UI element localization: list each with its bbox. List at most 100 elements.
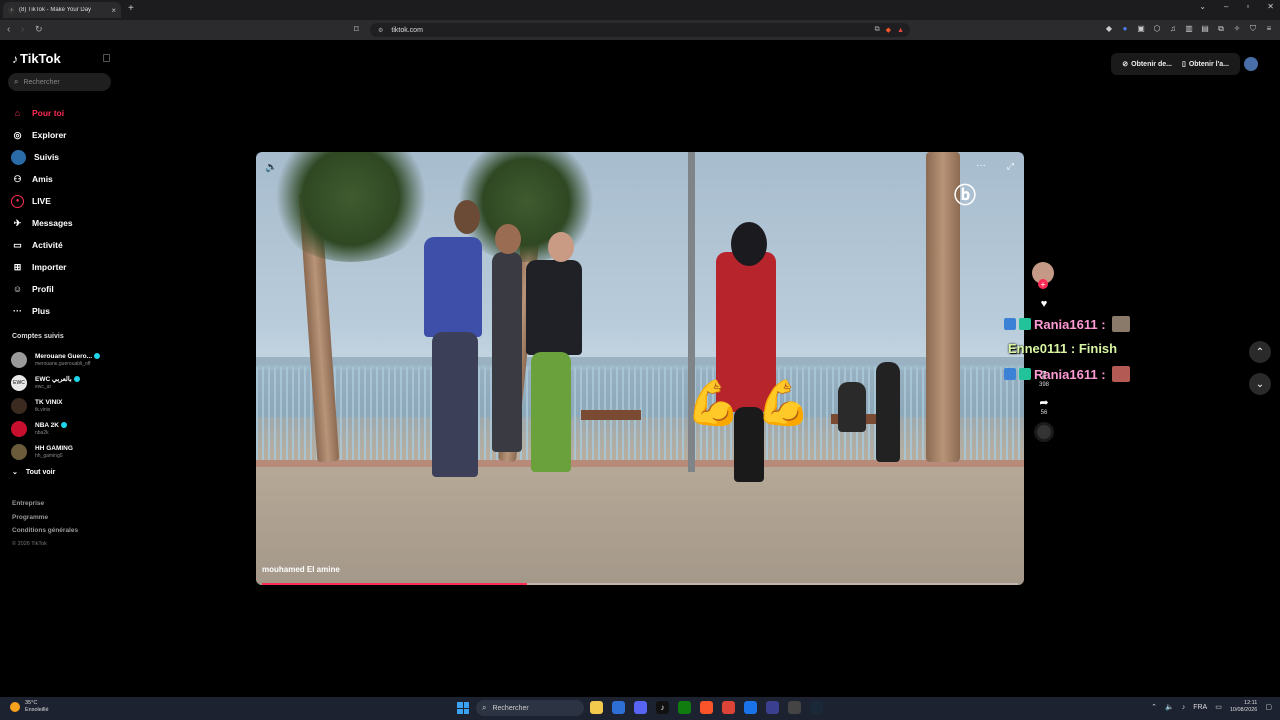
fullscreen-icon[interactable]: ⤢ — [1007, 161, 1014, 172]
creator-avatar[interactable]: + — [1032, 262, 1054, 289]
clock[interactable]: 12:11 10/08/2026 — [1230, 700, 1258, 714]
previous-video-button[interactable]: ⌃ — [1249, 341, 1271, 363]
taskbar-search[interactable]: ⌕ Rechercher — [476, 700, 584, 716]
extensions-icon[interactable]: ⧉ — [1216, 24, 1226, 34]
wallet-icon[interactable]: ▤ — [1200, 24, 1210, 34]
music-disc[interactable] — [1032, 422, 1056, 442]
search-input[interactable]: ⌕ Rechercher — [8, 73, 111, 91]
see-all-button[interactable]: ⌄ Tout voir — [12, 468, 55, 477]
video-progress-bar[interactable] — [262, 583, 1018, 585]
person — [424, 237, 482, 337]
vpn-icon[interactable]: ⛉ — [1248, 24, 1258, 34]
volume-icon[interactable]: 🔈 — [265, 162, 277, 173]
following-account[interactable]: EWC EWC بالعربي ewc_ar — [11, 371, 100, 394]
nav-item-explorer[interactable]: ◎ Explorer — [11, 124, 73, 146]
discord-icon[interactable] — [634, 701, 647, 714]
chat-text: Enne0111 : Finish — [1008, 341, 1118, 356]
nav-item-amis[interactable]: ⚇ Amis — [11, 168, 73, 190]
file-explorer-icon[interactable] — [590, 701, 603, 714]
notifications-icon[interactable]: ▢ — [1265, 703, 1272, 711]
minimize-button[interactable]: – — [1224, 2, 1228, 11]
following-account[interactable]: NBA 2K nba2k — [11, 417, 100, 440]
nav-item-pour-toi[interactable]: ⌂ Pour toi — [11, 102, 73, 124]
next-video-button[interactable]: ⌄ — [1249, 373, 1271, 395]
chrome-icon[interactable] — [722, 701, 735, 714]
extension-icon[interactable]: ⬡ — [1152, 24, 1162, 34]
weather-widget[interactable]: 35°C Ensoleillé — [10, 700, 49, 714]
like-button[interactable]: ♥ — [1032, 298, 1056, 312]
extension-icon[interactable]: ● — [1120, 24, 1130, 34]
ai-icon[interactable]: ✧ — [1232, 24, 1242, 34]
site-info-icon[interactable]: ⚙ — [378, 27, 383, 34]
collapse-sidebar-icon[interactable] — [103, 54, 110, 62]
reload-button[interactable]: ↻ — [35, 24, 43, 35]
footer-link[interactable]: Conditions générales — [12, 527, 78, 541]
xbox-icon[interactable] — [678, 701, 691, 714]
sun-icon — [10, 702, 20, 712]
following-account[interactable]: HH GAMING hh_gaming0 — [11, 440, 100, 463]
music-icon[interactable]: ♫ — [1168, 24, 1178, 34]
speaker-icon[interactable]: 🔈 — [1165, 703, 1174, 711]
back-button[interactable]: ‹ — [7, 24, 10, 35]
nav-item-importer[interactable]: ⊞ Importer — [11, 256, 73, 278]
video-author[interactable]: mouhamed El amine — [262, 565, 340, 574]
nav-item-messages[interactable]: ✈ Messages — [11, 212, 73, 234]
following-account[interactable]: Merouane Guero... merouane.guerouabli_off — [11, 348, 101, 371]
nav-label: Profil — [32, 284, 54, 294]
translate-icon[interactable]: ⧉ — [875, 26, 880, 34]
tab-list-icon[interactable]: ⌄ — [1199, 2, 1206, 11]
brave-rewards-icon[interactable]: ▲ — [897, 27, 904, 34]
extension-icon[interactable]: ▣ — [1136, 24, 1146, 34]
more-options-icon[interactable]: ··· — [976, 160, 986, 171]
edge-icon[interactable] — [612, 701, 625, 714]
brave-shield-icon[interactable]: ◆ — [886, 26, 891, 34]
extensions-area: ◆ ● ▣ ⬡ ♫ ▥ ▤ ⧉ ✧ ⛉ ≡ — [1104, 24, 1274, 34]
nav-item-suivis[interactable]: Suivis — [11, 146, 73, 168]
browser-tab[interactable]: ♪ (8) TikTok - Make Your Day × — [3, 2, 121, 18]
language-indicator[interactable]: FRA — [1193, 704, 1207, 711]
get-app-label: Obtenir l'a... — [1188, 60, 1229, 68]
app-icon[interactable] — [788, 701, 801, 714]
badge-icon — [1019, 318, 1031, 330]
sidebar-icon[interactable]: ▥ — [1184, 24, 1194, 34]
account-handle: ewc_ar — [35, 383, 52, 390]
tray-chevron-icon[interactable]: ⌃ — [1151, 703, 1157, 711]
nav-item-plus[interactable]: ··· Plus — [11, 300, 73, 322]
bookmark-icon[interactable]: ⌑ — [354, 24, 359, 35]
get-coins-button[interactable]: ⊘ Obtenir de... — [1117, 60, 1177, 69]
profile-avatar[interactable] — [1244, 57, 1258, 71]
url-bar[interactable]: ⚙ tiktok.com ⧉ ◆ ▲ — [370, 23, 910, 37]
get-app-button[interactable]: ▯ Obtenir l'a... — [1177, 60, 1234, 69]
app-icon[interactable] — [744, 701, 757, 714]
start-button[interactable] — [457, 702, 469, 714]
maximize-button[interactable]: ▫ — [1246, 2, 1249, 11]
video-player[interactable]: 💪 💪 🔈 ··· ⤢ ⓑ mouhamed El amine — [256, 152, 1024, 585]
mic-icon[interactable]: ♪ — [1182, 704, 1186, 711]
forward-button[interactable]: › — [21, 24, 24, 35]
close-tab-icon[interactable]: × — [111, 6, 116, 15]
network-icon[interactable]: ▭ — [1215, 703, 1222, 711]
footer-link[interactable]: Entreprise — [12, 500, 78, 514]
badge-icon — [1004, 368, 1016, 380]
brave-icon[interactable] — [700, 701, 713, 714]
new-tab-button[interactable]: + — [128, 3, 134, 14]
account-name: EWC بالعربي — [35, 375, 72, 383]
follow-plus-icon[interactable]: + — [1038, 279, 1048, 289]
address-toolbar: ‹ › ↻ ⌑ ⚙ tiktok.com ⧉ ◆ ▲ ◆ ● ▣ ⬡ ♫ ▥ ▤… — [0, 20, 1280, 40]
chevron-up-icon: ⌃ — [1255, 346, 1265, 358]
footer-link[interactable]: Programme — [12, 514, 78, 528]
app-icon[interactable] — [766, 701, 779, 714]
share-button[interactable]: ➦ 56 — [1032, 396, 1056, 416]
nav-item-profil[interactable]: ☺ Profil — [11, 278, 73, 300]
extension-icon[interactable]: ◆ — [1104, 24, 1114, 34]
following-account[interactable]: TK VINIX tk.vinix — [11, 394, 100, 417]
tiktok-logo[interactable]: ♪ TikTok — [12, 51, 61, 66]
flexed-biceps-emoji: 💪 — [686, 379, 741, 428]
nav-item-live[interactable]: ● LIVE — [11, 190, 73, 212]
nav-label: Activité — [32, 240, 63, 250]
menu-icon[interactable]: ≡ — [1264, 24, 1274, 34]
steam-icon[interactable] — [810, 701, 823, 714]
nav-item-activite[interactable]: ▭ Activité — [11, 234, 73, 256]
close-window-button[interactable]: ✕ — [1267, 2, 1274, 11]
tiktok-app-icon[interactable]: ♪ — [656, 701, 669, 714]
